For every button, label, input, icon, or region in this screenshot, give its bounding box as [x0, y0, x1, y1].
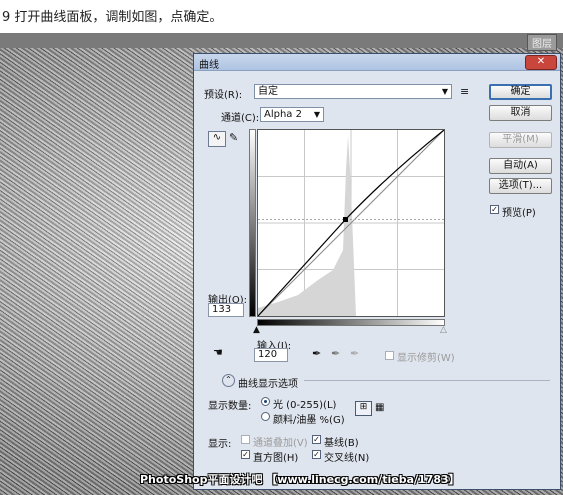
options-button[interactable]: 选项(T)...: [489, 178, 552, 194]
close-icon: ✕: [536, 56, 546, 67]
show-amount-label: 显示数量:: [208, 401, 252, 412]
preset-label: 预设(R):: [204, 90, 243, 101]
grid-4x4-icon[interactable]: ⊞: [355, 401, 372, 416]
options-separator: [304, 380, 550, 381]
preview-label: 预览(P): [502, 208, 536, 219]
curve-control-point: [343, 217, 348, 222]
histogram-checkbox[interactable]: ✓: [241, 450, 250, 459]
show-label: 显示:: [208, 439, 232, 450]
channel-select[interactable]: Alpha 2 ▼: [260, 107, 324, 122]
white-point-slider-icon[interactable]: △: [440, 325, 447, 336]
light-radio[interactable]: [261, 397, 270, 406]
ok-button[interactable]: 确定: [489, 84, 552, 100]
close-button[interactable]: ✕: [525, 55, 557, 70]
baseline-label: 基线(B): [324, 438, 359, 449]
curves-graph-svg: [258, 130, 444, 316]
watermark: PhotoShop平面设计吧 【www.linecg.com/tieba/178…: [140, 473, 460, 486]
output-gradient-bar: [249, 129, 256, 317]
preset-select[interactable]: 自定 ▼: [254, 84, 452, 99]
show-clipping-checkbox[interactable]: [385, 351, 394, 360]
black-point-slider-icon[interactable]: ▲: [253, 325, 260, 336]
show-clipping-label: 显示修剪(W): [397, 353, 455, 364]
menu-lines-icon[interactable]: ≡: [460, 86, 469, 97]
input-field[interactable]: 120: [254, 348, 288, 362]
dialog-titlebar[interactable]: 曲线 ✕: [194, 54, 560, 71]
layers-tab[interactable]: 图层: [527, 34, 557, 51]
histogram-label: 直方图(H): [253, 453, 299, 464]
channel-overlays-label: 通道叠加(V): [253, 438, 308, 449]
input-gradient-bar: [257, 319, 445, 326]
histogram: [258, 136, 356, 316]
chevron-down-icon: ▼: [441, 87, 448, 96]
gray-eyedropper-icon[interactable]: ✒: [331, 348, 340, 359]
step-caption: 9 打开曲线面板，调制如图，点确定。: [2, 10, 223, 25]
output-field[interactable]: 133: [208, 303, 244, 317]
photoshop-panel-strip: 图层: [0, 33, 563, 51]
auto-button[interactable]: 自动(A): [489, 158, 552, 174]
channel-value: Alpha 2: [264, 109, 302, 120]
curve-tool-icon[interactable]: ∿: [208, 131, 226, 147]
preset-value: 自定: [258, 86, 278, 97]
white-eyedropper-icon[interactable]: ✒: [350, 348, 359, 359]
channel-overlays-checkbox[interactable]: [241, 435, 250, 444]
intersection-line-label: 交叉线(N): [324, 453, 370, 464]
curves-dialog: 曲线 ✕ 预设(R): 自定 ▼ ≡ 确定 取消 平滑(M) 自动(A) 选项(…: [193, 53, 561, 490]
cancel-button[interactable]: 取消: [489, 105, 552, 121]
curve-display-options-label: 曲线显示选项: [238, 379, 298, 390]
intersection-line-checkbox[interactable]: ✓: [312, 450, 321, 459]
channel-label: 通道(C):: [221, 113, 260, 124]
collapse-options-icon[interactable]: ⌃: [222, 374, 235, 387]
light-option-label: 光 (0-255)(L): [273, 400, 337, 411]
baseline-checkbox[interactable]: ✓: [312, 435, 321, 444]
on-image-adjust-icon[interactable]: ☚: [213, 347, 223, 358]
pigment-option-label: 颜料/油墨 %(G): [273, 415, 345, 426]
smooth-button[interactable]: 平滑(M): [489, 132, 552, 148]
pigment-radio[interactable]: [261, 412, 270, 421]
pencil-icon[interactable]: ✎: [229, 132, 238, 143]
grid-10x10-icon[interactable]: ▦: [375, 402, 384, 413]
curves-graph[interactable]: [257, 129, 445, 317]
preview-checkbox[interactable]: ✓: [490, 205, 499, 214]
dialog-title: 曲线: [199, 60, 219, 71]
chevron-down-icon: ▼: [313, 110, 320, 119]
black-eyedropper-icon[interactable]: ✒: [312, 348, 321, 359]
